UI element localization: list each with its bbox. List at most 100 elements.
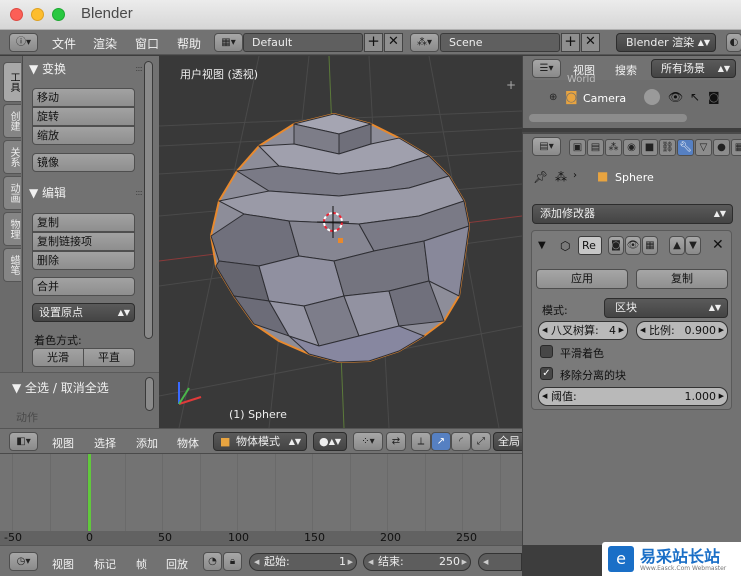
editor-type-info-icon[interactable]: ⓘ▾ (9, 33, 38, 52)
scene-context-icon[interactable]: ⁂ (605, 139, 622, 156)
render-context-icon[interactable]: ▣ (569, 139, 586, 156)
editor-type-timeline-icon[interactable]: ◷▾ (9, 552, 38, 571)
pivot-point-icon[interactable]: ⁘▾ (353, 432, 383, 451)
use-preview-range-icon[interactable]: ◔ (203, 552, 222, 571)
expand-arrow-icon[interactable]: ⊕ (549, 92, 557, 103)
constraints-context-icon[interactable]: ⛓ (659, 139, 676, 156)
add-layout-button[interactable]: + (364, 33, 383, 52)
duplicate-button[interactable]: 复制 (32, 213, 135, 232)
move-down-icon[interactable]: ▼ (685, 236, 701, 255)
region-toggle-icon[interactable]: + (506, 78, 516, 92)
scale-field[interactable]: ◀ 比例: 0.900 ▶ (636, 321, 728, 340)
select-panel-scrollbar[interactable] (145, 377, 154, 411)
move-button[interactable]: 移动 (32, 88, 135, 107)
panel-edit-header[interactable]: ▼ 编辑 (29, 184, 66, 201)
modifier-name-field[interactable]: Re (578, 236, 602, 255)
menu-marker[interactable]: 标记 (94, 556, 116, 572)
timeline-ruler[interactable] (0, 531, 522, 545)
maximize-window-button[interactable] (52, 8, 65, 21)
remove-disconnected-checkbox[interactable]: ✓ (540, 367, 553, 380)
add-modifier-dropdown[interactable]: 添加修改器 ▲▼ (532, 204, 733, 224)
panel-transform-header[interactable]: ▼ 变换 (29, 60, 66, 77)
menu-window[interactable]: 窗口 (135, 35, 159, 52)
layout-name-field[interactable]: Default (243, 33, 363, 52)
panel-grip-icon[interactable]: :::: (135, 188, 143, 197)
copy-modifier-button[interactable]: 复制 (636, 269, 728, 289)
material-context-icon[interactable]: ● (713, 139, 730, 156)
editor-type-outliner-icon[interactable]: ☰▾ (532, 59, 561, 78)
manipulator-toggle-icon[interactable]: ⇄ (386, 432, 406, 451)
viewport-shading-dropdown[interactable]: ● ▲▼ (313, 432, 347, 451)
add-scene-button[interactable]: + (561, 33, 580, 52)
tab-animation[interactable]: 动画 (3, 176, 21, 210)
threshold-field[interactable]: ◀ 阈值: 1.000 ▶ (538, 387, 728, 406)
camera-data-icon[interactable] (644, 89, 660, 105)
menu-frame[interactable]: 帧 (136, 556, 147, 572)
menu-add[interactable]: 添加 (136, 435, 158, 451)
smooth-shading-checkbox[interactable] (540, 345, 553, 358)
pin-icon[interactable]: 📌︎ (533, 170, 548, 184)
toolshelf-scrollbar[interactable] (144, 61, 153, 339)
screen-layout-icon[interactable]: ▦▾ (214, 33, 243, 52)
outliner-item-camera[interactable]: Camera (583, 92, 626, 105)
remove-modifier-close-icon[interactable]: ✕ (712, 237, 724, 253)
apply-modifier-button[interactable]: 应用 (536, 269, 628, 289)
outliner-item-world[interactable]: World (567, 74, 596, 85)
current-frame-field[interactable]: ◀ (478, 553, 522, 571)
collapse-arrow-icon[interactable]: ▼ (538, 240, 546, 251)
info-overflow-icon[interactable]: ◐ (726, 33, 741, 52)
delete-scene-button[interactable]: ✕ (581, 33, 600, 52)
mirror-button[interactable]: 镜像 (32, 153, 135, 172)
outliner-hscrollbar[interactable] (529, 114, 687, 122)
lock-range-icon[interactable]: 🔒︎ (223, 552, 242, 571)
rotate-button[interactable]: 旋转 (32, 107, 135, 126)
translate-manipulator-icon[interactable]: ↗ (431, 432, 451, 451)
outliner-search-menu[interactable]: 搜索 (615, 62, 637, 78)
rotate-manipulator-icon[interactable]: ◜ (451, 432, 471, 451)
menu-timeline-view[interactable]: 视图 (52, 556, 74, 572)
menu-select[interactable]: 选择 (94, 435, 116, 451)
join-button[interactable]: 合并 (32, 277, 135, 296)
texture-context-icon[interactable]: ▦ (731, 139, 741, 156)
scale-button[interactable]: 缩放 (32, 126, 135, 145)
remesh-mode-dropdown[interactable]: 区块 ▲▼ (604, 298, 728, 318)
start-frame-field[interactable]: ◀ 起始: 1 ▶ (249, 553, 357, 571)
render-engine-dropdown[interactable]: Blender 渲染 ▲▼ (616, 33, 716, 52)
playhead-marker[interactable] (88, 454, 91, 531)
data-context-icon[interactable]: ▽ (695, 139, 712, 156)
interaction-mode-dropdown[interactable]: ■ 物体模式 ▲▼ (213, 432, 307, 451)
selectability-cursor-icon[interactable]: ↖ (690, 90, 700, 104)
panel-grip-icon[interactable]: :::: (135, 64, 143, 73)
show-render-icon[interactable]: ◙ (608, 236, 624, 255)
delete-layout-button[interactable]: ✕ (384, 33, 403, 52)
menu-render[interactable]: 渲染 (93, 35, 117, 52)
scene-name-field[interactable]: Scene (440, 33, 560, 52)
editor-type-3d-icon[interactable]: ◧▾ (9, 432, 38, 451)
editor-type-properties-icon[interactable]: ▤▾ (532, 137, 561, 156)
menu-file[interactable]: 文件 (52, 35, 76, 52)
tab-create[interactable]: 创建 (3, 104, 21, 138)
object-context-icon[interactable]: ■ (641, 139, 658, 156)
menu-help[interactable]: 帮助 (177, 35, 201, 52)
renderability-camera-icon[interactable]: ◙ (708, 90, 720, 104)
menu-playback[interactable]: 回放 (166, 556, 188, 572)
move-up-icon[interactable]: ▲ (669, 236, 685, 255)
set-origin-dropdown[interactable]: 设置原点 ▲▼ (32, 303, 135, 322)
transform-manipulator-icon[interactable]: ⟂ (411, 432, 431, 451)
visibility-eye-icon[interactable]: 👁︎ (668, 90, 683, 104)
minimize-window-button[interactable] (31, 8, 44, 21)
shade-flat-button[interactable]: 平直 (83, 348, 135, 367)
panel-select-all-header[interactable]: ▼ 全选 / 取消全选 (12, 379, 109, 396)
delete-button[interactable]: 删除 (32, 251, 135, 270)
show-viewport-icon[interactable]: 👁︎ (625, 236, 641, 255)
end-frame-field[interactable]: ◀ 结束: 250 ▶ (363, 553, 471, 571)
tab-physics[interactable]: 物理 (3, 212, 21, 246)
timeline-editor[interactable]: -50 0 50 100 150 200 250 (0, 454, 522, 545)
close-window-button[interactable] (10, 8, 23, 21)
tab-grease-pencil[interactable]: 蜡笔 (3, 248, 21, 282)
3d-viewport[interactable]: 用户视图 (透视) (1) Sphere + (159, 56, 522, 428)
tab-tools[interactable]: 工具 (3, 62, 21, 102)
outliner-filter-dropdown[interactable]: 所有场景 ▲▼ (651, 59, 736, 78)
octree-depth-field[interactable]: ◀ 八叉树算: 4 ▶ (538, 321, 628, 340)
world-context-icon[interactable]: ◉ (623, 139, 640, 156)
